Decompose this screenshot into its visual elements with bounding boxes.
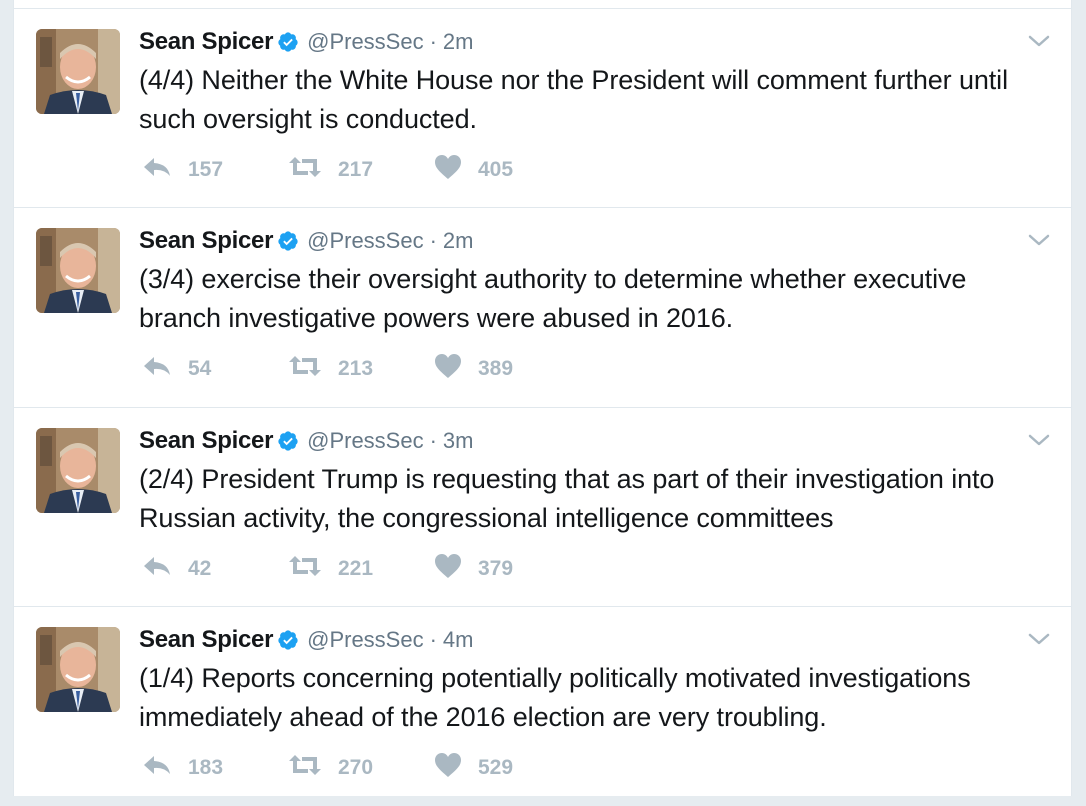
tweet-actions: 54 213 389 xyxy=(142,354,554,384)
tweet[interactable]: Sean Spicer @PressSec · 2m (4/4) Neither… xyxy=(14,8,1071,208)
heart-icon xyxy=(434,154,462,186)
separator: · xyxy=(429,228,437,253)
reply-icon xyxy=(142,354,172,384)
reply-count: 54 xyxy=(188,357,212,380)
chevron-down-icon[interactable] xyxy=(1027,428,1051,452)
author-handle[interactable]: @PressSec xyxy=(307,29,423,55)
chevron-down-icon[interactable] xyxy=(1027,627,1051,651)
retweet-icon xyxy=(288,155,322,185)
verified-badge-icon xyxy=(277,430,299,452)
reply-button[interactable]: 54 xyxy=(142,354,288,384)
retweet-icon xyxy=(288,354,322,384)
tweet-text: (3/4) exercise their oversight authority… xyxy=(139,264,967,333)
tweet-actions: 183 270 529 xyxy=(142,753,554,783)
tweet-text: (1/4) Reports concerning potentially pol… xyxy=(139,663,971,732)
reply-count: 183 xyxy=(188,756,224,779)
author-name[interactable]: Sean Spicer xyxy=(139,626,273,654)
separator: · xyxy=(429,428,437,453)
reply-icon xyxy=(142,753,172,783)
reply-button[interactable]: 42 xyxy=(142,554,288,584)
retweet-icon xyxy=(288,753,322,783)
reply-icon xyxy=(142,155,172,185)
author-handle[interactable]: @PressSec xyxy=(307,428,423,454)
like-count: 389 xyxy=(478,357,514,380)
timestamp[interactable]: 3m xyxy=(443,428,474,454)
retweet-button[interactable]: 217 xyxy=(288,155,434,185)
like-count: 405 xyxy=(478,158,514,181)
retweet-button[interactable]: 270 xyxy=(288,753,434,783)
chevron-down-icon[interactable] xyxy=(1027,228,1051,252)
tweet-timeline: Sean Spicer @PressSec · 2m (4/4) Neither… xyxy=(13,0,1072,796)
timestamp[interactable]: 2m xyxy=(443,29,474,55)
verified-badge-icon xyxy=(277,230,299,252)
reply-count: 157 xyxy=(188,158,224,181)
chevron-down-icon[interactable] xyxy=(1027,29,1051,53)
reply-icon xyxy=(142,554,172,584)
author-name[interactable]: Sean Spicer xyxy=(139,427,273,455)
retweet-count: 213 xyxy=(338,357,374,380)
retweet-icon xyxy=(288,554,322,584)
tweet-header: Sean Spicer @PressSec · 3m xyxy=(139,426,473,456)
tweet-text: (2/4) President Trump is requesting that… xyxy=(139,464,995,533)
like-button[interactable]: 389 xyxy=(434,353,554,385)
like-button[interactable]: 529 xyxy=(434,752,554,784)
tweet[interactable]: Sean Spicer @PressSec · 3m (2/4) Preside… xyxy=(14,407,1071,607)
like-button[interactable]: 379 xyxy=(434,553,554,585)
separator: · xyxy=(429,29,437,54)
author-name[interactable]: Sean Spicer xyxy=(139,227,273,255)
author-name[interactable]: Sean Spicer xyxy=(139,28,273,56)
retweet-button[interactable]: 221 xyxy=(288,554,434,584)
tweet[interactable]: Sean Spicer @PressSec · 2m (3/4) exercis… xyxy=(14,207,1071,407)
author-handle[interactable]: @PressSec xyxy=(307,627,423,653)
retweet-button[interactable]: 213 xyxy=(288,354,434,384)
avatar[interactable] xyxy=(36,29,120,114)
retweet-count: 217 xyxy=(338,158,374,181)
reply-count: 42 xyxy=(188,557,212,580)
heart-icon xyxy=(434,553,462,585)
retweet-count: 270 xyxy=(338,756,374,779)
author-handle[interactable]: @PressSec xyxy=(307,228,423,254)
tweet-header: Sean Spicer @PressSec · 2m xyxy=(139,27,473,57)
heart-icon xyxy=(434,752,462,784)
like-count: 379 xyxy=(478,557,514,580)
like-count: 529 xyxy=(478,756,514,779)
timestamp[interactable]: 4m xyxy=(443,627,474,653)
avatar[interactable] xyxy=(36,627,120,712)
tweet[interactable]: Sean Spicer @PressSec · 4m (1/4) Reports… xyxy=(14,606,1071,806)
verified-badge-icon xyxy=(277,31,299,53)
reply-button[interactable]: 183 xyxy=(142,753,288,783)
verified-badge-icon xyxy=(277,629,299,651)
like-button[interactable]: 405 xyxy=(434,154,554,186)
tweet-text: (4/4) Neither the White House nor the Pr… xyxy=(139,65,1008,134)
heart-icon xyxy=(434,353,462,385)
tweet-actions: 42 221 379 xyxy=(142,554,554,584)
timestamp[interactable]: 2m xyxy=(443,228,474,254)
retweet-count: 221 xyxy=(338,557,374,580)
tweet-header: Sean Spicer @PressSec · 4m xyxy=(139,625,473,655)
tweet-header: Sean Spicer @PressSec · 2m xyxy=(139,226,473,256)
tweet-actions: 157 217 405 xyxy=(142,155,554,185)
reply-button[interactable]: 157 xyxy=(142,155,288,185)
avatar[interactable] xyxy=(36,428,120,513)
avatar[interactable] xyxy=(36,228,120,313)
separator: · xyxy=(429,627,437,652)
